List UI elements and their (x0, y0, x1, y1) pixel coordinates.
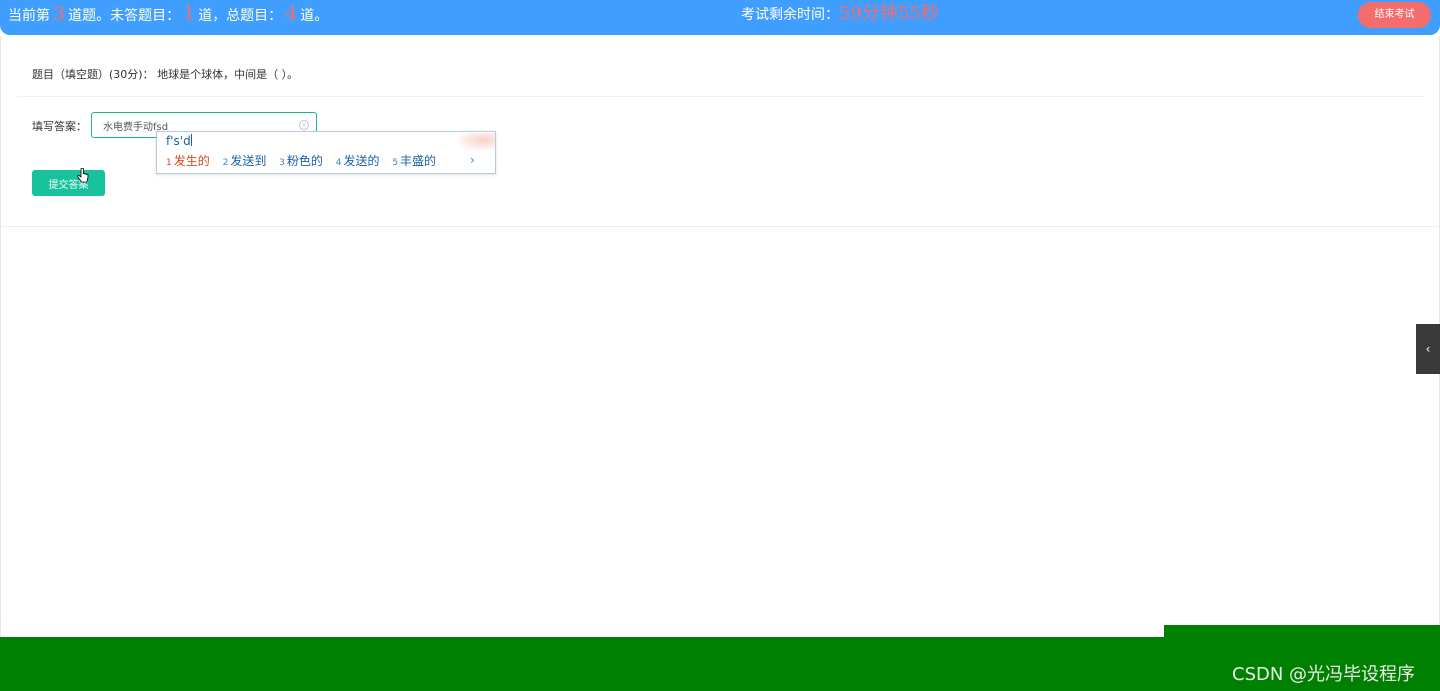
status-mid-2: 道，总题目： (198, 8, 283, 24)
status-mid-1: 道题。未答题目： (68, 8, 181, 24)
side-panel-toggle[interactable]: ‹ (1416, 324, 1440, 374)
ime-candidate-popup: f's'd 1 发生的 2 发送到 3 粉色的 4 发送的 5 丰盛的 › (156, 131, 496, 174)
candidate-index: 5 (392, 158, 399, 168)
csdn-watermark: CSDN @光冯毕设程序 (1232, 664, 1416, 685)
timer-value: 59分钟55秒 (839, 3, 939, 24)
candidate-text: 发送到 (230, 154, 267, 168)
divider (17, 96, 1425, 97)
clear-icon[interactable]: × (299, 120, 309, 130)
candidate-text: 丰盛的 (400, 154, 437, 168)
candidate-text: 发送的 (343, 154, 380, 168)
ime-next-page-icon[interactable]: › (470, 153, 475, 167)
candidate-text: 粉色的 (286, 154, 323, 168)
footer-tab (1164, 625, 1440, 637)
candidate-index: 1 (166, 158, 172, 168)
candidate-index: 4 (335, 158, 342, 168)
total-question-count: 4 (285, 3, 298, 25)
ime-candidate[interactable]: 3 粉色的 (279, 154, 323, 168)
status-suffix: 道。 (300, 8, 329, 24)
candidate-index: 2 (222, 158, 229, 168)
ime-skin-decoration (457, 133, 495, 151)
text-caret (190, 134, 192, 146)
ime-pinyin: f's'd (166, 134, 192, 148)
status-prefix: 当前第 (8, 8, 50, 24)
exam-page: 当前第 3 道题。未答题目： 1 道，总题目： 4 道。 考试剩余时间：59分钟55秒 结束… (0, 0, 1440, 691)
ime-pinyin-text: f's'd (166, 134, 191, 148)
ime-candidate[interactable]: 2 发送到 (223, 154, 267, 168)
ime-candidate[interactable]: 4 发送的 (336, 154, 380, 168)
timer-label: 考试剩余时间： (741, 7, 839, 23)
ime-candidate-list: 1 发生的 2 发送到 3 粉色的 4 发送的 5 丰盛的 (166, 152, 445, 169)
question-text: 题目（填空题）(30分)： 地球是个球体，中间是（ ）。 (32, 68, 299, 81)
submit-answer-button[interactable]: 提交答案 (32, 170, 105, 196)
chevron-left-icon: ‹ (1425, 342, 1431, 356)
end-exam-button[interactable]: 结束考试 (1358, 2, 1431, 28)
exam-header-bar: 当前第 3 道题。未答题目： 1 道，总题目： 4 道。 考试剩余时间：59分钟55秒 结束… (0, 0, 1440, 35)
ime-candidate[interactable]: 1 发生的 (166, 154, 210, 168)
exam-timer: 考试剩余时间：59分钟55秒 (741, 3, 939, 26)
hand-cursor-icon (77, 168, 89, 183)
ime-candidate[interactable]: 5 丰盛的 (392, 154, 436, 168)
current-question-number: 3 (53, 3, 66, 25)
unanswered-count: 1 (183, 3, 196, 25)
exam-progress-status: 当前第 3 道题。未答题目： 1 道，总题目： 4 道。 (8, 3, 328, 27)
footer-band (0, 637, 1440, 691)
page-border-left (0, 227, 1, 637)
answer-label: 填写答案： (32, 120, 87, 133)
candidate-index: 3 (279, 158, 285, 168)
candidate-text: 发生的 (173, 154, 210, 168)
